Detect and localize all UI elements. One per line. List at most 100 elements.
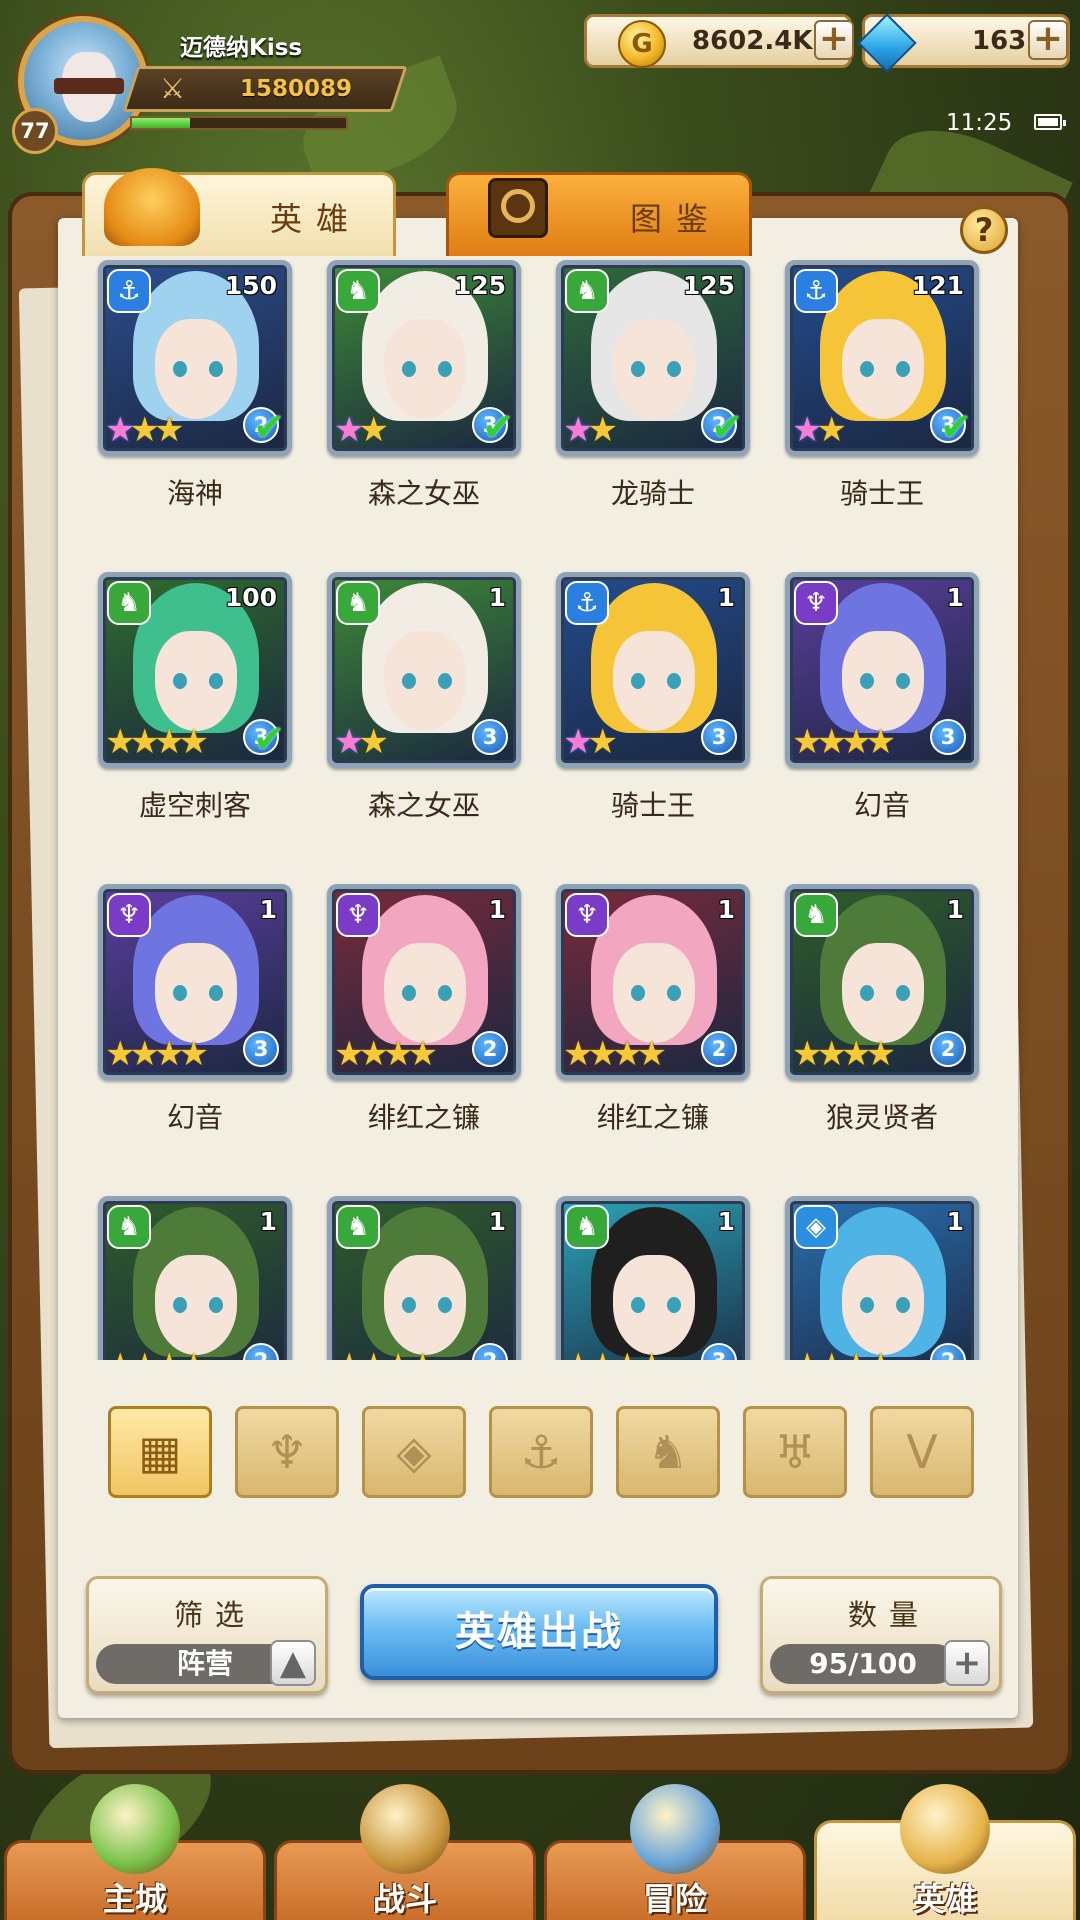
gold-coin-icon: G <box>618 20 666 68</box>
hero-card[interactable]: ♞ 1 ★★ 3 <box>327 572 521 768</box>
star-icon: ★ <box>587 1346 618 1360</box>
deployed-check-icon: ✔ <box>711 405 743 449</box>
add-gold-button[interactable]: + <box>814 20 854 60</box>
star-icon: ★ <box>105 1346 136 1360</box>
hero-portrait-face <box>384 319 466 419</box>
castle-icon <box>90 1784 180 1874</box>
hero-eye <box>896 985 910 1001</box>
star-icon: ★ <box>334 1034 365 1074</box>
hero-card[interactable]: ♆ 1 ★★★★ 3 <box>785 572 979 768</box>
rainbow-star-icon: ★ <box>563 410 594 450</box>
hero-card[interactable]: ♞1★★★★2 <box>327 1196 521 1360</box>
nav-item-label: 主城 <box>102 1880 167 1918</box>
filter-beast-icon[interactable]: ♞ <box>616 1406 720 1498</box>
hero-eye <box>667 985 681 1001</box>
hero-eye <box>173 985 187 1001</box>
hero-card[interactable]: ♞ 100 ★★★★ 3 ✔ <box>98 572 292 768</box>
hero-card[interactable]: ♞ 125 ★★ 2 ✔ <box>556 260 750 456</box>
star-icon: ★ <box>865 1034 896 1074</box>
filter-all-grid-icon[interactable]: ▦ <box>108 1406 212 1498</box>
nav-item-label: 战斗 <box>372 1880 437 1918</box>
hero-name: 狼灵贤者 <box>825 1101 938 1134</box>
hero-card[interactable]: ♞1★★★★2 <box>98 1196 292 1360</box>
hero-card[interactable]: ◈1★★★★2 <box>785 1196 979 1360</box>
all-grid-icon: ▦ <box>138 1425 182 1479</box>
hero-star-rating: ★★★★ <box>563 1346 667 1360</box>
hero-eye <box>402 1297 416 1313</box>
hero-card[interactable]: ⚓ 1 ★★ 3 <box>556 572 750 768</box>
hero-name: 森之女巫 <box>367 477 480 510</box>
hero-portrait-face <box>613 631 695 731</box>
hero-eye <box>173 1297 187 1313</box>
hero-eye <box>438 1297 452 1313</box>
deploy-heroes-button[interactable]: 英雄出战 <box>360 1584 718 1680</box>
player-level-badge: 77 <box>12 108 58 154</box>
forest-faction-icon: ♞ <box>794 893 838 937</box>
star-icon: ★ <box>587 722 618 762</box>
hero-portrait-face <box>384 1255 466 1355</box>
hero-rank-badge: 3 <box>701 1343 737 1360</box>
hero-eye <box>667 1297 681 1313</box>
hero-name: 幻音 <box>853 789 910 822</box>
anchor-icon: ⚓ <box>520 1425 562 1479</box>
hero-level: 1 <box>717 1207 735 1236</box>
rainbow-star-icon: ★ <box>563 722 594 762</box>
star-icon: ★ <box>636 1346 667 1360</box>
hero-card[interactable]: ♞1★★★★2 <box>785 884 979 1080</box>
hero-star-rating: ★★ <box>563 410 618 450</box>
hero-level: 1 <box>946 583 964 612</box>
rainbow-star-icon: ★ <box>334 722 365 762</box>
hero-name: 绯红之镰 <box>596 1101 709 1134</box>
hero-level: 125 <box>682 271 735 300</box>
filter-toggle-button[interactable]: ▲ <box>270 1640 316 1686</box>
count-title: 数量 <box>848 1598 931 1632</box>
hero-card[interactable]: ⚓ 121 ★★ 3 ✔ <box>785 260 979 456</box>
avatar-blindfold <box>54 78 124 94</box>
hero-eye <box>402 361 416 377</box>
filter-diamond-icon[interactable]: ◈ <box>362 1406 466 1498</box>
deployed-check-icon: ✔ <box>253 717 285 761</box>
hero-rank-badge: 3 <box>930 719 966 755</box>
hero-level: 1 <box>259 1207 277 1236</box>
forest-faction-icon: ♞ <box>565 269 609 313</box>
gem-value: 163 <box>972 26 1027 56</box>
hero-card[interactable]: ♞1★★★★3 <box>556 1196 750 1360</box>
hero-star-rating: ★★★★ <box>792 1034 896 1074</box>
help-button[interactable]: ? <box>960 206 1008 254</box>
star-icon: ★ <box>816 1346 847 1360</box>
player-name: 迈德纳Kiss <box>180 35 303 61</box>
hero-crest-icon <box>900 1784 990 1874</box>
hero-eye <box>209 673 223 689</box>
expand-capacity-button[interactable]: + <box>944 1640 990 1686</box>
filter-flame-icon[interactable]: ♆ <box>235 1406 339 1498</box>
hero-card[interactable]: ♆ 1 ★★★★ 2 <box>327 884 521 1080</box>
star-icon: ★ <box>129 722 160 762</box>
forest-faction-icon: ♞ <box>565 1205 609 1249</box>
filter-anchor-icon[interactable]: ⚓ <box>489 1406 593 1498</box>
hero-star-rating: ★★ <box>792 413 847 447</box>
tab-heroes-label: 英雄 <box>270 200 363 238</box>
demon-faction-icon: ♆ <box>565 893 609 937</box>
filter-demon-icon[interactable]: ♅ <box>743 1406 847 1498</box>
add-gem-button[interactable]: + <box>1028 20 1068 60</box>
hero-eye <box>631 985 645 1001</box>
hero-portrait-face <box>842 1255 924 1355</box>
hero-star-rating: ★★★★ <box>792 1346 896 1360</box>
hero-name: 骑士王 <box>839 477 924 510</box>
hero-rank-badge: 2 <box>472 1031 508 1067</box>
magnifier-icon <box>488 178 548 238</box>
star-icon: ★ <box>407 1346 438 1360</box>
hero-portrait-face <box>613 943 695 1043</box>
hero-eye <box>209 985 223 1001</box>
hero-name: 虚空刺客 <box>138 789 251 822</box>
hero-eye <box>209 361 223 377</box>
hero-card[interactable]: ♆ 1 ★★★★ 3 <box>98 884 292 1080</box>
hero-star-rating: ★★ <box>334 722 389 762</box>
filter-wing-icon[interactable]: V <box>870 1406 974 1498</box>
hero-card[interactable]: ♞ 125 ★★ 3 ✔ <box>327 260 521 456</box>
hero-card[interactable]: ⚓ 150 ★★★ 2 ✔ <box>98 260 292 456</box>
star-icon: ★ <box>154 1346 185 1360</box>
hero-card[interactable]: ♆ 1 ★★★★ 2 <box>556 884 750 1080</box>
hero-star-rating: ★★★ <box>105 413 185 447</box>
star-icon: ★ <box>407 1034 438 1074</box>
